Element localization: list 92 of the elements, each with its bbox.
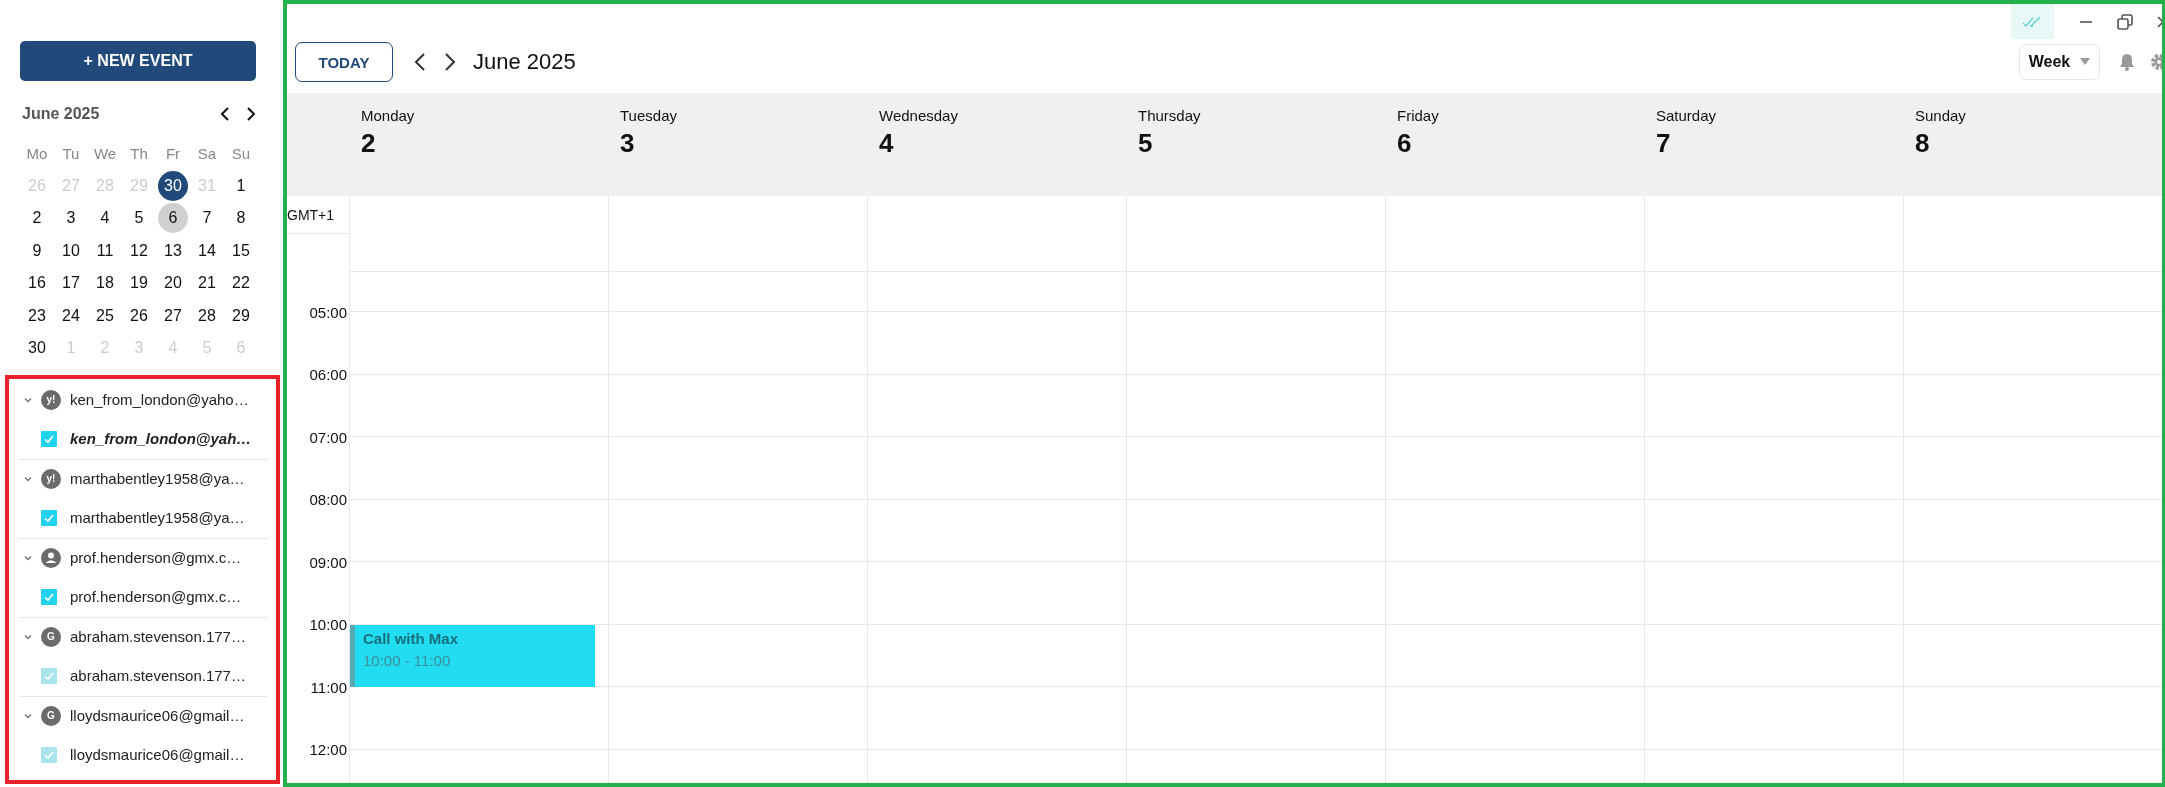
weekday-label: Tu [62,144,80,162]
weekday-label: We [93,144,117,162]
day-number: 7 [1656,128,1672,159]
calendar-day[interactable]: 7 [192,203,222,234]
day-name: Wednesday [879,107,959,124]
day-name: Saturday [1656,107,1718,124]
day-name: Thursday [1138,107,1202,124]
calendar-name[interactable]: marthabentley1958@ya… [70,509,245,526]
account-name[interactable]: abraham.stevenson.177… [70,628,246,645]
event-time: 10:00 - 11:00 [363,651,452,669]
next-week-icon[interactable] [443,52,457,72]
day-name: Monday [361,107,416,124]
calendar-day[interactable]: 14 [192,235,222,266]
calendar-day[interactable]: 13 [158,235,188,266]
today-button[interactable]: TODAY [295,42,393,82]
hour-label: 06:00 [309,366,347,384]
account-name[interactable]: ken_from_london@yaho… [70,391,249,408]
checkbox[interactable] [41,588,57,605]
restore-icon[interactable] [2116,12,2134,31]
day-name: Tuesday [620,107,678,124]
calendar-day[interactable]: 12 [124,235,154,266]
calendar-day[interactable]: 27 [158,300,188,331]
account-icon: G [41,626,61,647]
caret-icon [2080,58,2091,66]
calendar-day[interactable]: 2 [22,203,52,234]
checkbox[interactable] [41,430,57,447]
day-number: 2 [361,128,377,159]
calendar-day[interactable]: 3 [56,203,86,234]
new-event-button[interactable]: + NEW EVENT [20,41,256,81]
calendar-day[interactable]: 26 [124,300,154,331]
day-number: 6 [1397,128,1413,159]
calendar-day[interactable]: 6 [158,203,188,234]
period-title: June 2025 [473,49,576,75]
person-icon [41,547,61,568]
calendar-day[interactable]: 21 [192,268,222,299]
calendar-day[interactable]: 11 [90,235,120,266]
calendar-day[interactable]: 18 [90,268,120,299]
calendar-day[interactable]: 10 [56,235,86,266]
next-month-icon[interactable] [245,106,257,122]
calendar-day[interactable]: 15 [226,235,256,266]
hour-label: 12:00 [309,741,347,759]
calendar-day[interactable]: 1 [226,170,256,201]
day-name: Friday [1397,107,1440,124]
weekday-label: Fr [165,144,181,162]
calendar-day[interactable]: 22 [226,268,256,299]
calendar-day[interactable]: 4 [90,203,120,234]
weekday-label: Th [130,144,148,162]
account-icon: y! [41,389,61,410]
calendar-day[interactable]: 28 [192,300,222,331]
day-number: 5 [1138,128,1154,159]
day-name: Sunday [1915,107,1967,124]
calendar-day[interactable]: 24 [56,300,86,331]
weekday-label: Su [231,144,251,162]
hour-label: 05:00 [309,303,347,321]
calendar-day[interactable]: 20 [158,268,188,299]
calendar-day[interactable]: 17 [56,268,86,299]
timezone-label: GMT+1 [287,206,335,223]
calendar-day[interactable]: 19 [124,268,154,299]
calendar-day[interactable]: 25 [90,300,120,331]
account-name[interactable]: marthabentley1958@ya… [70,470,245,487]
calendar-day[interactable]: 23 [22,300,52,331]
calendar-day[interactable]: 5 [124,203,154,234]
day-number: 4 [879,128,895,159]
calendar-day[interactable]: 16 [22,268,52,299]
bell-icon[interactable] [2119,53,2135,71]
calendar-day[interactable]: 30 [158,170,188,201]
hour-label: 11:00 [310,678,347,696]
account-icon: y! [41,468,61,489]
day-number: 8 [1915,128,1931,159]
account-icon: G [41,705,61,726]
settings-icon[interactable] [2150,53,2162,71]
event-title: Call with Max [363,629,460,647]
weekday-label: Sa [197,144,217,162]
calendar-name[interactable]: prof.henderson@gmx.c… [70,588,242,605]
hour-label: 10:00 [309,616,347,634]
hour-label: 08:00 [309,491,347,509]
calendar-day[interactable]: 9 [22,235,52,266]
checkbox[interactable] [41,509,57,526]
weekday-label: Mo [26,144,48,162]
previous-week-icon[interactable] [413,52,427,72]
calendar-day[interactable]: 30 [22,333,52,364]
calendar-day[interactable]: 8 [226,203,256,234]
calendar-name[interactable]: ken_from_london@yah… [70,430,252,447]
calendar-day[interactable]: 29 [226,300,256,331]
hour-label: 07:00 [309,428,347,446]
month-title: June 2025 [22,105,100,123]
account-name[interactable]: lloydsmaurice06@gmail… [70,707,245,724]
previous-month-icon[interactable] [219,106,231,122]
day-number: 3 [620,128,636,159]
account-name[interactable]: prof.henderson@gmx.c… [70,549,242,566]
hour-label: 09:00 [309,553,347,571]
view-dropdown[interactable]: Week [2019,44,2100,80]
